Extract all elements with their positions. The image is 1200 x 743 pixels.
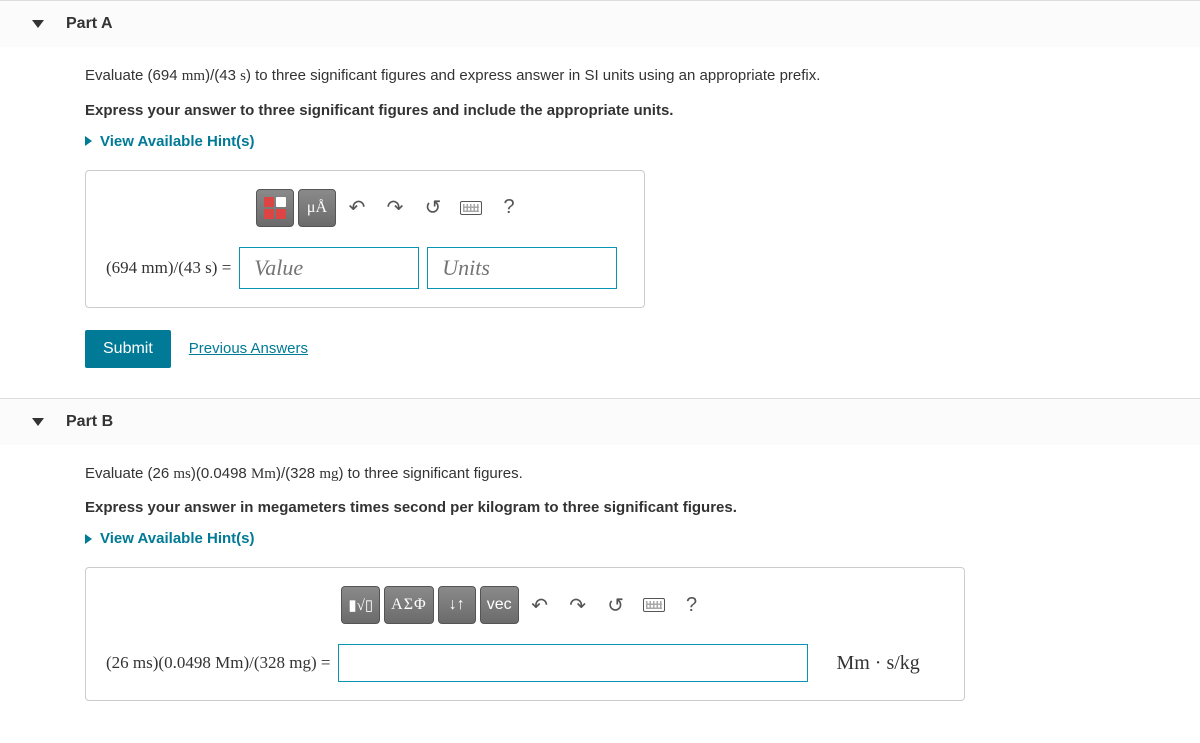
actions-a: Submit Previous Answers [85,330,1180,368]
part-a-prompt: Evaluate (694 mm)/(43 s) to three signif… [85,65,1180,88]
chevron-down-icon [32,20,44,28]
expression-b: (26 ms)(0.0498 Mm)/(328 mg) = [106,653,330,673]
view-hints-link[interactable]: View Available Hint(s) [85,133,1180,150]
unit-suffix: Mm · s/kg [836,652,919,675]
redo-button[interactable]: ↷ [378,189,412,227]
answer-box-a: μÅ ↶ ↷ ↺ ? (694 mm)/(43 s) = [85,170,645,308]
help-button[interactable]: ? [492,189,526,227]
fraction-root-icon: ▮√▯ [348,596,373,615]
part-a-body: Evaluate (694 mm)/(43 s) to three signif… [0,47,1200,398]
part-a-instruction: Express your answer to three significant… [85,102,1180,119]
view-hints-link-b[interactable]: View Available Hint(s) [85,530,1180,547]
reset-button[interactable]: ↺ [416,189,450,227]
redo-button-b[interactable]: ↷ [561,586,595,624]
submit-button[interactable]: Submit [85,330,171,368]
toolbar-b: ▮√▯ ΑΣΦ ↓↑ vec ↶ ↷ ↺ ? [106,586,944,624]
answer-input-b[interactable] [338,644,808,682]
hints-label: View Available Hint(s) [100,133,255,150]
part-b-prompt: Evaluate (26 ms)(0.0498 Mm)/(328 mg) to … [85,463,1180,486]
part-a-header[interactable]: Part A [0,1,1200,47]
units-input[interactable] [427,247,617,289]
undo-button-b[interactable]: ↶ [523,586,557,624]
previous-answers-link[interactable]: Previous Answers [189,340,308,357]
templates-icon [264,197,286,219]
reset-button-b[interactable]: ↺ [599,586,633,624]
answer-box-b: ▮√▯ ΑΣΦ ↓↑ vec ↶ ↷ ↺ ? (26 ms)(0.0498 Mm… [85,567,965,701]
symbols-button[interactable]: ΑΣΦ [384,586,434,624]
part-b-title: Part B [66,413,113,431]
templates-button-b[interactable]: ▮√▯ [341,586,380,624]
part-b-instruction: Express your answer in megameters times … [85,499,1180,516]
part-a: Part A Evaluate (694 mm)/(43 s) to three… [0,0,1200,398]
subscript-superscript-button[interactable]: ↓↑ [438,586,476,624]
part-a-title: Part A [66,15,113,33]
part-b-header[interactable]: Part B [0,399,1200,445]
part-b: Part B Evaluate (26 ms)(0.0498 Mm)/(328 … [0,398,1200,732]
keyboard-button[interactable] [454,189,488,227]
units-symbols-button[interactable]: μÅ [298,189,336,227]
answer-row-a: (694 mm)/(43 s) = [106,247,624,289]
value-input[interactable] [239,247,419,289]
chevron-right-icon [85,136,92,146]
expression-a: (694 mm)/(43 s) = [106,258,231,278]
help-button-b[interactable]: ? [675,586,709,624]
undo-button[interactable]: ↶ [340,189,374,227]
chevron-right-icon [85,534,92,544]
chevron-down-icon [32,418,44,426]
toolbar-a: μÅ ↶ ↷ ↺ ? [106,189,624,227]
answer-row-b: (26 ms)(0.0498 Mm)/(328 mg) = Mm · s/kg [106,644,944,682]
vector-button[interactable]: vec [480,586,519,624]
hints-label-b: View Available Hint(s) [100,530,255,547]
keyboard-icon [460,201,482,215]
keyboard-icon [643,598,665,612]
part-b-body: Evaluate (26 ms)(0.0498 Mm)/(328 mg) to … [0,445,1200,732]
keyboard-button-b[interactable] [637,586,671,624]
templates-button[interactable] [256,189,294,227]
